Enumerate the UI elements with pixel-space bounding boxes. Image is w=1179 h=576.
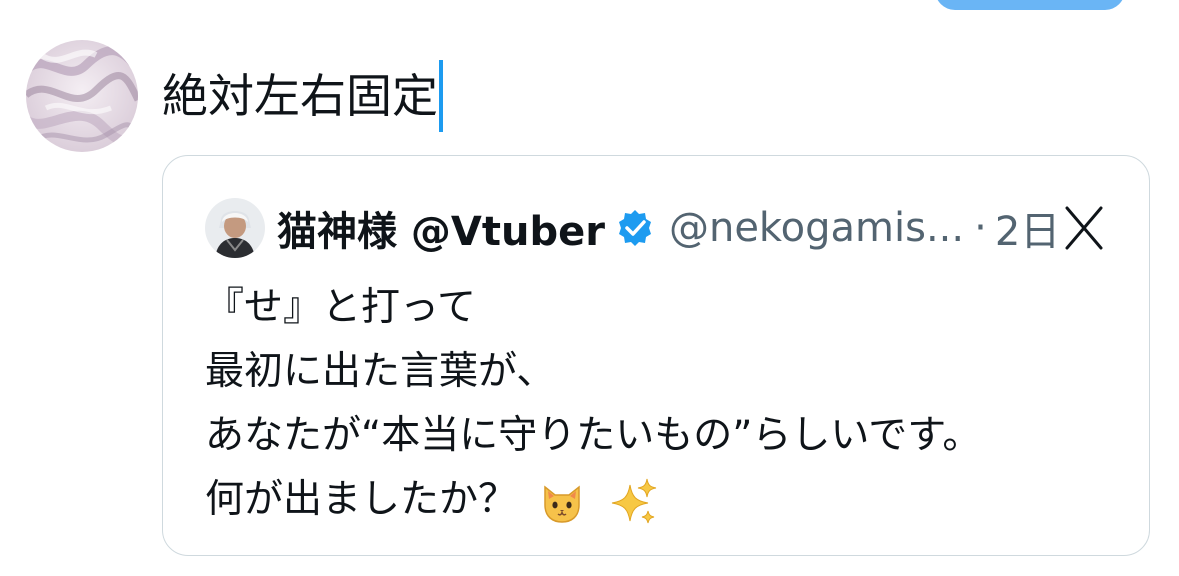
quote-line-2: 最初に出た言葉が、 <box>205 349 556 394</box>
text-cursor <box>439 60 443 132</box>
verified-badge-icon <box>618 210 651 246</box>
quoted-post-card[interactable]: 猫神様 @Vtuber @nekogamis... · 2日 『せ』と打って 最… <box>162 155 1150 556</box>
quoted-author-name: 猫神様 @Vtuber <box>277 209 605 255</box>
quoted-post-text: 『せ』と打って 最初に出た言葉が、 あなたが“本当に守りたいもの”らしいです。 … <box>205 276 1125 532</box>
quote-line-1: 『せ』と打って <box>205 285 477 330</box>
user-avatar[interactable] <box>26 40 138 152</box>
post-time: 2日 <box>994 209 1061 255</box>
compose-input[interactable]: 絶対左右固定 <box>162 60 443 132</box>
quote-line-4-row: 何が出ましたか？ <box>205 468 1125 532</box>
post-button[interactable] <box>935 0 1125 10</box>
quote-line-4: 何が出ましたか？ <box>205 477 518 522</box>
quoted-post-header: 猫神様 @Vtuber @nekogamis... · 2日 <box>205 198 1105 258</box>
sparkles-emoji <box>611 478 656 523</box>
quoted-author-avatar <box>205 198 265 258</box>
meta-separator: · <box>974 205 987 251</box>
quoted-author-handle: @nekogamis... <box>668 205 965 251</box>
cat-face-emoji <box>544 484 581 523</box>
quote-line-3: あなたが“本当に守りたいもの”らしいです。 <box>205 413 982 458</box>
remove-quote-button[interactable] <box>1061 202 1107 254</box>
close-x-icon <box>1065 206 1103 250</box>
compose-text[interactable]: 絶対左右固定 <box>162 60 438 132</box>
